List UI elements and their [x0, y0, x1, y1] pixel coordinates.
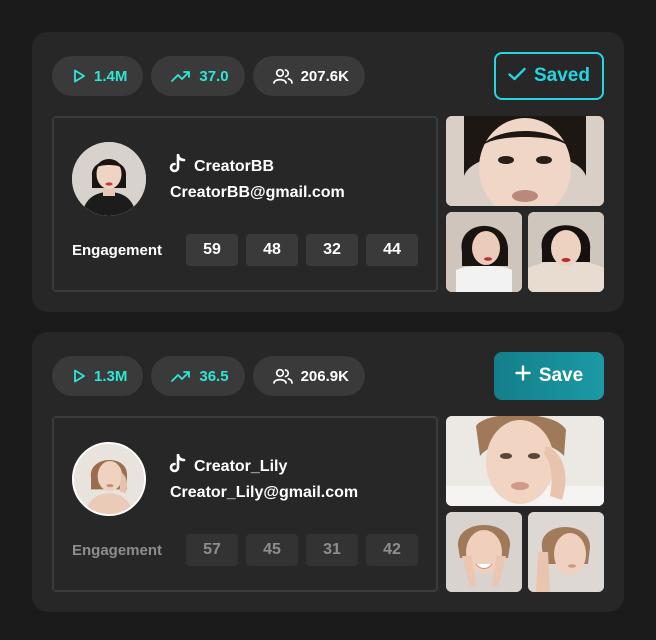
engagement-value: 48	[246, 234, 298, 266]
engagement-value: 44	[366, 234, 418, 266]
avatar[interactable]	[72, 142, 146, 216]
gallery-photo[interactable]	[446, 212, 522, 292]
engagement-value: 45	[246, 534, 298, 566]
engagement-label: Engagement	[72, 242, 163, 259]
handle-row: CreatorBB	[168, 153, 275, 179]
plus-icon	[515, 365, 531, 387]
gallery-photo[interactable]	[446, 116, 604, 206]
gallery-photo[interactable]	[528, 212, 604, 292]
photo-gallery	[446, 416, 604, 592]
users-icon	[272, 68, 293, 84]
followers-value: 206.9K	[300, 367, 349, 385]
followers-chip: 206.9K	[252, 356, 365, 396]
creator-handle: CreatorBB	[194, 157, 275, 175]
rate-value: 36.5	[199, 367, 229, 385]
creator-info-panel: CreatorBB CreatorBB@gmail.com Engagement…	[52, 116, 438, 292]
photo-gallery	[446, 116, 604, 292]
creator-handle: Creator_Lily	[194, 457, 288, 475]
views-value: 1.4M	[94, 67, 128, 85]
gallery-photo[interactable]	[446, 512, 522, 592]
views-value: 1.3M	[94, 367, 128, 385]
stats-row: 1.4M 37.0 207.6K	[52, 56, 365, 96]
creator-email: Creator_Lily@gmail.com	[170, 484, 359, 501]
tiktok-icon	[168, 453, 186, 479]
trend-up-icon	[171, 369, 191, 383]
engagement-value: 42	[366, 534, 418, 566]
tiktok-icon	[168, 153, 186, 179]
rate-chip: 36.5	[151, 356, 245, 396]
rate-chip: 37.0	[151, 56, 245, 96]
engagement-values: 59 48 32 44	[186, 234, 418, 266]
engagement-label: Engagement	[72, 542, 163, 559]
creator-info-panel: Creator_Lily Creator_Lily@gmail.com Enga…	[52, 416, 438, 592]
users-icon	[272, 368, 293, 384]
creator-card: 1.3M 36.5 206.9K Save Creator_Lily Creat…	[32, 332, 624, 612]
followers-chip: 207.6K	[252, 56, 365, 96]
gallery-photo[interactable]	[528, 512, 604, 592]
play-icon	[72, 369, 86, 383]
stats-row: 1.3M 36.5 206.9K	[52, 356, 365, 396]
engagement-value: 31	[306, 534, 358, 566]
followers-value: 207.6K	[300, 67, 349, 85]
save-label: Save	[538, 365, 584, 386]
engagement-value: 57	[186, 534, 238, 566]
engagement-values: 57 45 31 42	[186, 534, 418, 566]
rate-value: 37.0	[199, 67, 229, 85]
creator-email: CreatorBB@gmail.com	[170, 184, 345, 201]
gallery-photo[interactable]	[446, 416, 604, 506]
views-chip: 1.3M	[52, 356, 144, 396]
check-icon	[508, 65, 526, 87]
saved-button[interactable]: Saved	[494, 52, 604, 100]
handle-row: Creator_Lily	[168, 453, 288, 479]
trend-up-icon	[171, 69, 191, 83]
views-chip: 1.4M	[52, 56, 144, 96]
avatar[interactable]	[72, 442, 146, 516]
save-label: Saved	[534, 65, 590, 86]
creator-card: 1.4M 37.0 207.6K Saved CreatorBB Creator…	[32, 32, 624, 312]
engagement-value: 32	[306, 234, 358, 266]
save-button[interactable]: Save	[494, 352, 604, 400]
play-icon	[72, 69, 86, 83]
engagement-value: 59	[186, 234, 238, 266]
